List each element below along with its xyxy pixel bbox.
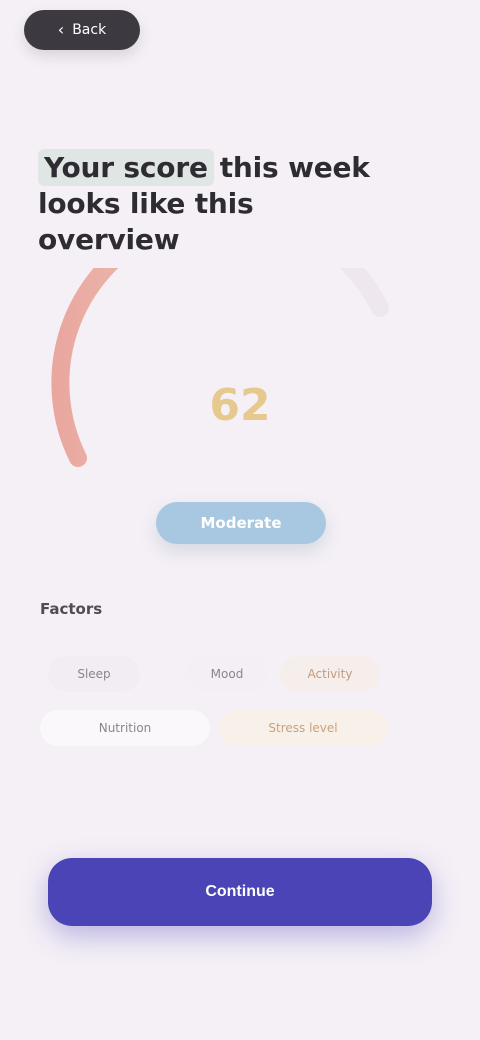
back-button-label: Back: [72, 22, 107, 38]
continue-button[interactable]: Continue: [48, 858, 432, 926]
factor-chip[interactable]: Nutrition: [40, 710, 210, 746]
factor-chip[interactable]: Activity: [280, 656, 380, 692]
factor-chip[interactable]: Mood: [186, 656, 268, 692]
factor-chip[interactable]: Stress level: [218, 710, 388, 746]
back-button[interactable]: ‹ Back: [24, 10, 140, 50]
headline-highlight: Your score: [38, 149, 214, 186]
status-badge: Moderate: [156, 502, 326, 544]
headline-line2: overview: [38, 223, 180, 256]
page-title: Your score this week looks like this over…: [38, 149, 438, 258]
factor-chip[interactable]: Sleep: [48, 656, 140, 692]
score-value: 62: [209, 380, 271, 431]
factors-title: Factors: [40, 600, 103, 618]
chevron-left-icon: ‹: [57, 20, 65, 39]
